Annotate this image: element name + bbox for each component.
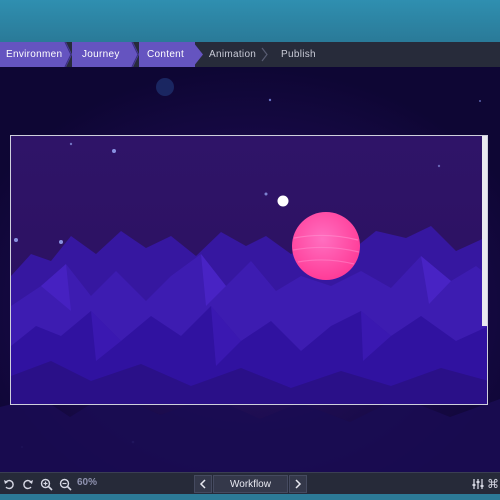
planet-icon: [292, 212, 360, 280]
breadcrumb-label: Animation: [209, 49, 257, 60]
undo-button[interactable]: [1, 475, 17, 493]
moon-icon: [277, 195, 289, 207]
breadcrumb-label: Publish: [281, 49, 316, 60]
vertical-scrollbar[interactable]: [482, 136, 487, 326]
settings-sliders-button[interactable]: [471, 475, 485, 493]
next-button[interactable]: [289, 475, 307, 493]
chevron-right-icon: [129, 42, 139, 67]
zoom-in-button[interactable]: [38, 475, 54, 493]
chevron-left-icon: [199, 479, 206, 489]
workflow-button[interactable]: Workflow: [213, 475, 288, 493]
chevron-right-icon: [261, 47, 268, 62]
command-icon: ⌘: [487, 477, 499, 491]
zoom-level: 60%: [77, 477, 98, 488]
previous-button[interactable]: [194, 475, 212, 493]
breadcrumb-label: Journey: [82, 49, 120, 60]
breadcrumb-item-animation[interactable]: Animation: [203, 42, 258, 67]
zoom-out-icon: [59, 478, 72, 491]
breadcrumb-item-publish[interactable]: Publish: [275, 42, 325, 67]
window-bottom-band: [0, 494, 500, 500]
breadcrumb-label: Content: [147, 49, 185, 60]
bottom-toolbar: 60% Workflow ⌘: [0, 472, 500, 495]
breadcrumb-item-content[interactable]: Content: [139, 42, 195, 67]
zoom-out-button[interactable]: [57, 475, 73, 493]
zoom-in-icon: [40, 478, 53, 491]
workflow-label: Workflow: [230, 478, 271, 490]
window-top-band: [0, 0, 500, 42]
breadcrumb: Environment Journey Content Animation Pu…: [0, 42, 500, 68]
undo-icon: [4, 479, 14, 490]
breadcrumb-item-journey[interactable]: Journey: [72, 42, 132, 67]
breadcrumb-label: Environment: [6, 49, 66, 60]
shortcuts-button[interactable]: ⌘: [486, 475, 500, 493]
scene-canvas: [11, 136, 487, 404]
scene-stage[interactable]: [0, 67, 500, 472]
redo-icon: [23, 479, 33, 490]
chevron-right-icon: [193, 42, 203, 67]
breadcrumb-item-environment[interactable]: Environment: [0, 42, 65, 67]
redo-button[interactable]: [20, 475, 36, 493]
distant-planet-icon: [156, 78, 174, 96]
sliders-icon: [472, 479, 484, 489]
chevron-right-icon: [295, 479, 302, 489]
chevron-right-icon: [62, 42, 72, 67]
canvas-viewport[interactable]: [10, 135, 488, 405]
